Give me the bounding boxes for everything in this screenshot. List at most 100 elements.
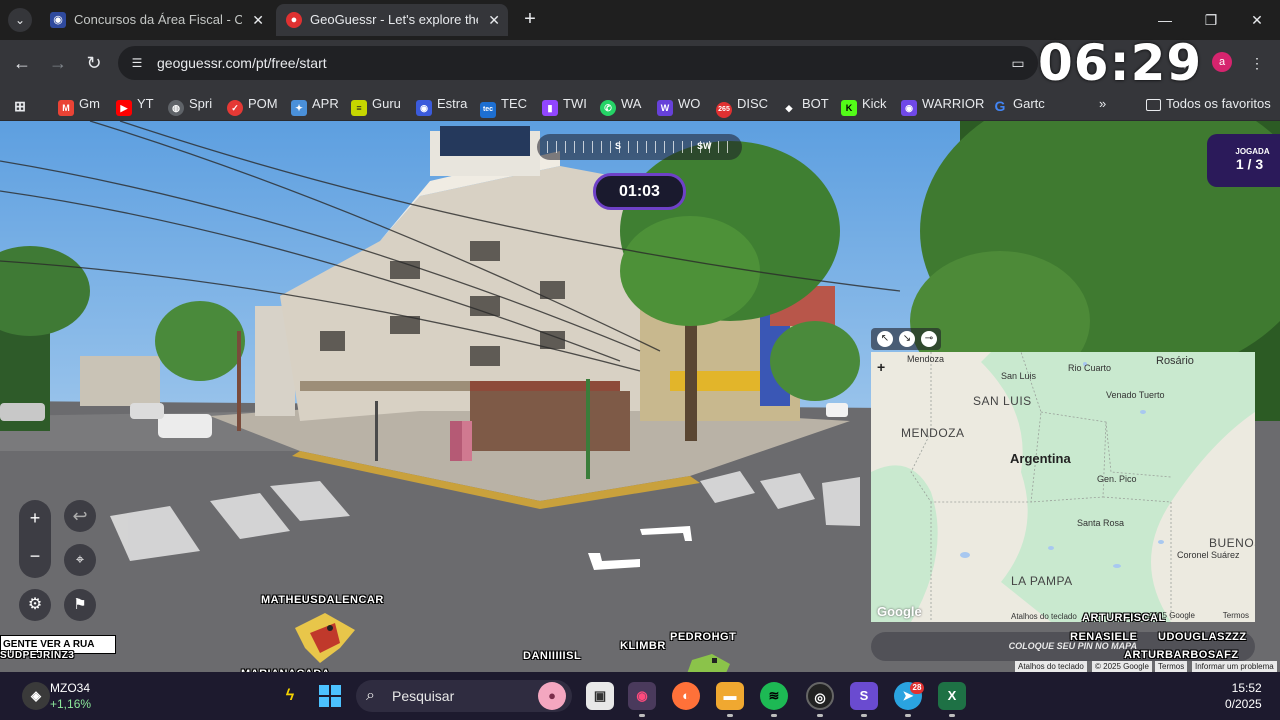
kick-icon: K (841, 100, 857, 116)
bookmark-twi[interactable]: ▮ TWI (542, 94, 587, 116)
map-city: Gen. Pico (1097, 474, 1137, 484)
windows-start-icon[interactable] (316, 682, 344, 710)
bookmark-bot[interactable]: ◆ BOT (781, 94, 829, 114)
map-terms-link[interactable]: Termos (1223, 611, 1249, 620)
bookmark-gm[interactable]: M Gm (58, 94, 100, 116)
map-shrink-icon[interactable]: ↘ (899, 331, 915, 347)
close-window-button[interactable]: ✕ (1234, 0, 1280, 40)
guess-map[interactable]: + Mendoza San Luis Rio Cuarto Rosário Ve… (871, 352, 1255, 622)
location-pin-icon: ● (286, 12, 302, 28)
streamlabs-icon[interactable]: S (850, 682, 878, 710)
map-shortcuts-link[interactable]: Atalhos do teclado (1011, 612, 1077, 621)
stock-label: MZO34 (50, 681, 91, 695)
address-bar[interactable]: ☰ geoguessr.com/pt/free/start (118, 46, 1038, 80)
map-region: LA PAMPA (1011, 574, 1073, 588)
round-timer: 01:03 (593, 173, 686, 210)
flag-icon[interactable]: ⚑ (64, 589, 96, 621)
firefox-icon[interactable]: ◐ (672, 682, 700, 710)
forward-button[interactable]: → (46, 51, 70, 75)
pokemon-icon: ● (538, 682, 566, 710)
file-explorer-icon[interactable]: ▬ (716, 682, 744, 710)
bookmark-wa[interactable]: ✆ WA (600, 94, 641, 116)
scene-copyright: © 2025 Google (1092, 661, 1152, 672)
compass: S SW (537, 134, 742, 160)
bookmark-apr[interactable]: ✦ APR (291, 94, 339, 116)
undo-move-icon[interactable]: ↩ (64, 500, 96, 532)
gmail-icon: M (58, 100, 74, 116)
map-city: Venado Tuerto (1106, 390, 1165, 400)
owl-icon: ◉ (416, 100, 432, 116)
reload-button[interactable]: ↻ (82, 51, 106, 75)
tec-icon: tec (480, 102, 496, 118)
menu-icon[interactable]: ⋮ (1246, 52, 1268, 74)
tab-search-button[interactable]: ⌄ (8, 8, 32, 32)
chat-username: PEDROHGT (670, 631, 737, 643)
close-icon[interactable]: ✕ (252, 4, 264, 36)
map-region: MENDOZA (901, 426, 965, 440)
url-text: geoguessr.com/pt/free/start (157, 55, 327, 71)
map-country: Argentina (1010, 451, 1071, 466)
bookmark-gartc[interactable]: G Gartc (992, 94, 1045, 114)
new-tab-button[interactable]: + (518, 8, 542, 32)
bookmark-disc[interactable]: 265 DISC (716, 94, 768, 118)
zoom-out-button[interactable]: − (19, 540, 51, 572)
settings-gear-icon[interactable]: ⚙ (19, 589, 51, 621)
tab-title: Concursos da Área Fiscal - Curso (74, 12, 242, 27)
warrior-icon: ◉ (901, 100, 917, 116)
report-problem-link[interactable]: Informar um problema (1192, 661, 1277, 672)
return-to-start-icon[interactable]: ⌖ (64, 544, 96, 576)
bookmark-estra[interactable]: ◉ Estra (416, 94, 467, 116)
chat-username: MATHEUSDALENCAR (261, 594, 384, 606)
chat-username: UDOUGLASZZZ (1158, 631, 1247, 643)
youtube-icon: ▶ (116, 100, 132, 116)
apps-icon[interactable]: ⊞ (12, 94, 33, 114)
map-region: SAN LUIS (973, 394, 1032, 408)
map-city: Rosário (1156, 355, 1194, 367)
bookmark-guru[interactable]: ≡ Guru (351, 94, 401, 116)
app-icon[interactable]: ◉ (628, 682, 656, 710)
zoom-in-button[interactable]: + (19, 502, 51, 534)
tab-geoguessr[interactable]: ● GeoGuessr - Let's explore the w ✕ (276, 4, 508, 36)
all-bookmarks[interactable]: Todos os favoritos (1146, 94, 1271, 114)
chat-username: RENASIELE (1070, 631, 1138, 643)
map-size-controls: ↖ ↘ ⊸ (871, 328, 941, 350)
round-value: 1 / 3 (1235, 156, 1264, 172)
globe-icon: ◍ (168, 100, 184, 116)
spotify-icon[interactable]: ≋ (760, 682, 788, 710)
stock-widget[interactable]: MZO34 +1,16% (50, 680, 91, 712)
install-app-icon[interactable]: ▭ (1007, 52, 1029, 74)
check-circle-icon: ✓ (227, 100, 243, 116)
running-indicator (861, 714, 867, 717)
close-icon[interactable]: ✕ (488, 4, 500, 36)
running-indicator (817, 714, 823, 717)
bookmark-wo[interactable]: W WO (657, 94, 700, 116)
bookmark-yt[interactable]: ▶ YT (116, 94, 154, 116)
guru-icon: ≡ (351, 100, 367, 116)
map-expand-icon[interactable]: ↖ (877, 331, 893, 347)
running-indicator (727, 714, 733, 717)
bookmark-kick[interactable]: K Kick (841, 94, 887, 116)
map-zoom-in-button[interactable]: + (877, 360, 891, 374)
scene-terms-link[interactable]: Termos (1155, 661, 1188, 672)
avatar[interactable]: a (1212, 52, 1232, 72)
bookmark-warrior[interactable]: ◉ WARRIOR (901, 94, 984, 116)
back-button[interactable]: ← (10, 51, 34, 75)
tab-concursos[interactable]: ◉ Concursos da Área Fiscal - Curso ✕ (40, 4, 272, 36)
system-clock[interactable]: 15:52 0/2025 (1225, 680, 1262, 712)
obs-icon[interactable]: ◎ (806, 682, 834, 710)
bookmark-tec[interactable]: tec TEC (480, 94, 527, 118)
bookmark-pom[interactable]: ✓ POM (227, 94, 278, 116)
chat-username: KLIMBR (620, 640, 666, 652)
chevron-right-icon[interactable]: » (1099, 94, 1106, 114)
compass-southwest: SW (697, 141, 712, 151)
search-icon: ⌕ (366, 687, 375, 704)
site-info-icon[interactable]: ☰ (128, 54, 146, 72)
bookmark-spri[interactable]: ◍ Spri (168, 94, 212, 116)
excel-icon[interactable]: X (938, 682, 966, 710)
map-pin-icon[interactable]: ⊸ (921, 331, 937, 347)
compass-south: S (615, 141, 622, 151)
scene-shortcuts-link[interactable]: Atalhos do teclado (1015, 661, 1087, 672)
whatsapp-icon: ✆ (600, 100, 616, 116)
task-view-icon[interactable]: ▣ (586, 682, 614, 710)
map-city: San Luis (1001, 371, 1037, 381)
